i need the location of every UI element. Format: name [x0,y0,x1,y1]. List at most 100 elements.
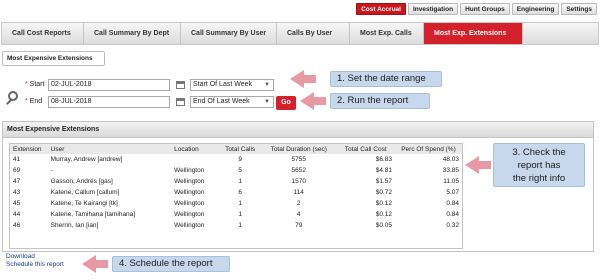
cell-total-cost: $0.12 [375,211,392,218]
cell-total-duration: 114 [293,189,304,196]
tab-most-exp-calls[interactable]: Most Exp. Calls [350,23,424,44]
annotation-arrow-4 [82,255,108,273]
cell-perc-spend: 48.03 [442,156,459,163]
end-calendar-icon[interactable] [176,98,185,106]
cell-user: - [50,167,53,174]
results-table: Extension User Location Total Calls Tota… [10,144,462,231]
download-link[interactable]: Download [6,253,64,261]
cell-extension: 41 [13,156,21,163]
schedule-report-link[interactable]: Schedule this report [6,261,64,269]
report-links: Download Schedule this report [6,253,64,269]
cell-total-duration: 1570 [291,178,306,185]
cell-location: Wellington [174,178,205,185]
cell-user: Murray, Andrew [andrew] [50,156,123,163]
annotation-set-date-range: 1. Set the date range [330,71,442,87]
cell-total-cost: $0.12 [375,200,392,207]
cell-total-cost: $4.81 [375,167,392,174]
cell-perc-spend: 0.84 [446,211,459,218]
cell-total-calls: 9 [238,156,242,163]
column-header[interactable]: Location [171,144,220,154]
cell-perc-spend: 33.85 [442,167,459,174]
end-preset-select[interactable]: End Of Last Week ▼ [190,96,274,108]
start-preset-select[interactable]: Start Of Last Week ▼ [190,79,274,91]
table-row[interactable]: 47 Gasson, Andrés [gas] Wellington 1 157… [10,176,462,187]
cell-total-duration: 2 [296,200,301,207]
cell-total-cost: $0.72 [375,189,392,196]
tab-call-summary-by-user[interactable]: Call Summary By User [181,23,277,44]
tab-call-summary-by-dept[interactable]: Call Summary By Dept [84,23,181,44]
column-header[interactable]: Perc Of Spend (%) [394,144,462,154]
tab-most-exp-extensions[interactable]: Most Exp. Extensions [424,23,523,44]
cell-total-calls: 5 [238,167,242,174]
table-row[interactable]: 44 Katene, Tamihana [tamihana] Wellingto… [10,209,462,220]
annotation-arrow-3 [465,156,491,174]
cell-total-calls: 1 [238,178,242,185]
table-row[interactable]: 41 Murray, Andrew [andrew] 9 5755 $6.83 … [10,154,462,165]
start-calendar-icon[interactable] [176,81,185,89]
annotation-check-report: 3. Check the report has the right info [493,143,585,187]
top-nav-engineering[interactable]: Engineering [511,3,560,15]
cell-location: Wellington [174,189,205,196]
top-nav-investigation[interactable]: Investigation [407,3,459,15]
results-table-container: Extension User Location Total Calls Tota… [9,143,463,249]
panel-title: Most Expensive Extensions [3,122,593,138]
column-header[interactable]: Extension [10,144,48,154]
start-label: * Start [25,81,45,88]
column-header[interactable]: Total Duration (sec) [261,144,337,154]
cell-user: Katene, Callum [callum] [50,189,120,196]
end-label: * End [25,98,43,105]
end-date-input[interactable]: 08-JUL-2018 [48,96,170,108]
go-button[interactable]: Go [276,96,296,110]
tab-call-cost-reports[interactable]: Call Cost Reports [2,23,84,44]
chevron-down-icon: ▼ [264,82,270,88]
cell-perc-spend: 0.84 [446,200,459,207]
top-nav-cost-accrual[interactable]: Cost Accrual [356,3,406,15]
table-row[interactable]: 46 Sherrin, Ian [ian] Wellington 1 79 $0… [10,220,462,231]
search-icon [8,91,18,101]
cell-location [171,154,219,165]
cell-user: Katene, Tamihana [tamihana] [50,211,136,218]
cell-location: Wellington [174,211,205,218]
cell-extension: 46 [13,222,21,229]
cell-total-cost: $0.05 [375,222,392,229]
table-row[interactable]: 43 Katene, Callum [callum] Wellington 6 … [10,187,462,198]
cell-perc-spend: 11.05 [443,178,459,185]
cell-location: Wellington [174,222,205,229]
tab-calls-by-user[interactable]: Calls By User [277,23,350,44]
table-header-row: Extension User Location Total Calls Tota… [10,144,462,154]
annotation-arrow-2 [300,92,326,110]
cell-user: Gasson, Andrés [gas] [50,178,113,185]
cell-total-duration: 79 [295,222,303,229]
cell-user: Katene, Te Kairangi [tk] [50,200,118,207]
cell-total-duration: 5755 [291,156,306,163]
cell-total-duration: 4 [296,211,301,218]
column-header[interactable]: Total Calls [219,144,262,154]
table-row[interactable]: 69 - Wellington 5 5652 $4.81 33.85 [10,165,462,176]
annotation-schedule-report: 4. Schedule the report [112,256,230,272]
cell-total-cost: $1.57 [375,178,392,185]
cell-total-duration: 5652 [291,167,306,174]
cell-total-calls: 6 [238,189,242,196]
subtab-most-expensive-extensions[interactable]: Most Expensive Extensions [2,51,105,66]
results-panel: Most Expensive Extensions Extension User… [2,121,594,252]
cell-user: Sherrin, Ian [ian] [50,222,99,229]
chevron-down-icon: ▼ [264,99,270,105]
cell-total-calls: 1 [238,211,242,218]
cell-perc-spend: 5.07 [446,189,459,196]
cell-extension: 47 [13,178,21,185]
cell-total-cost: $6.83 [375,156,392,163]
start-date-input[interactable]: 02-JUL-2018 [48,79,170,91]
column-header[interactable]: User [47,144,172,154]
top-nav-hunt-groups[interactable]: Hunt Groups [460,3,510,15]
cell-extension: 44 [13,211,21,218]
table-row[interactable]: 45 Katene, Te Kairangi [tk] Wellington 1… [10,198,462,209]
cell-location: Wellington [174,200,205,207]
annotation-run-report: 2. Run the report [330,93,430,109]
cell-perc-spend: 0.32 [446,222,459,229]
cell-extension: 69 [13,167,21,174]
top-nav-settings[interactable]: Settings [561,3,597,15]
column-header[interactable]: Total Call Cost [336,144,395,154]
cell-total-calls: 1 [238,222,242,229]
cell-extension: 45 [13,200,21,207]
cell-total-calls: 1 [238,200,242,207]
